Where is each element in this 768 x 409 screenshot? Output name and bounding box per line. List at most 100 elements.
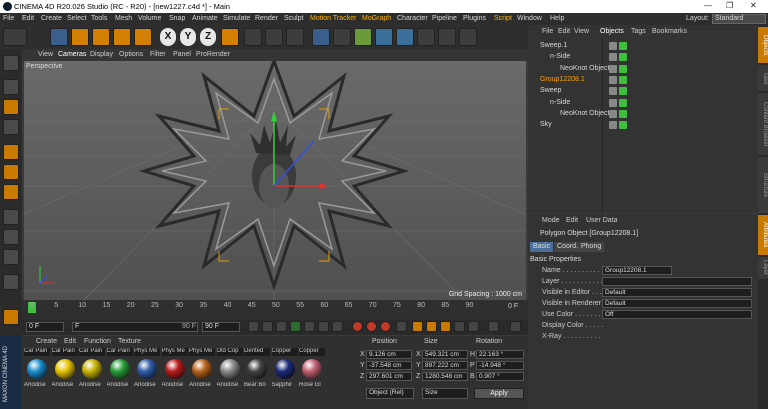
layout-select[interactable]: Standard <box>712 14 766 24</box>
object-menu-file[interactable]: File <box>542 28 553 35</box>
material-swatch[interactable]: Car Pain Anodise <box>79 348 105 394</box>
cube-primitive-button[interactable] <box>312 28 330 46</box>
size-field[interactable]: 549.321 cm <box>422 350 468 359</box>
keyframe-selection-button[interactable] <box>380 321 391 332</box>
menu-tools[interactable]: Tools <box>91 15 107 22</box>
menu-select[interactable]: Select <box>67 15 86 22</box>
scale-tool[interactable] <box>92 28 110 46</box>
menu-motion-tracker[interactable]: Motion Tracker <box>310 15 356 22</box>
menu-help[interactable]: Help <box>550 15 564 22</box>
rotation-field[interactable]: 22.163 ° <box>476 350 524 359</box>
menu-edit[interactable]: Edit <box>22 15 34 22</box>
viewport-menu-options[interactable]: Options <box>119 51 143 58</box>
menu-create[interactable]: Create <box>41 15 62 22</box>
menu-simulate[interactable]: Simulate <box>223 15 250 22</box>
menu-mesh[interactable]: Mesh <box>115 15 132 22</box>
record-position-button[interactable] <box>412 321 423 332</box>
polygons-mode-button[interactable] <box>3 184 19 200</box>
go-to-start-button[interactable] <box>248 321 259 332</box>
model-mode-button[interactable] <box>3 79 19 95</box>
viewport-menu-view[interactable]: View <box>38 51 53 58</box>
right-tab-take[interactable]: Take <box>758 65 768 91</box>
magnet-button[interactable] <box>3 309 19 325</box>
max-frame-field[interactable]: 90 F <box>202 322 240 332</box>
object-menu-objects[interactable]: Objects <box>600 28 624 35</box>
viewport-menu-prorender[interactable]: ProRender <box>196 51 230 58</box>
right-tab-objects[interactable]: Objects <box>758 27 768 63</box>
visibility-dots[interactable] <box>609 75 617 84</box>
attribute-value[interactable]: Default <box>602 299 752 308</box>
object-name[interactable]: Group12208.1 <box>540 76 585 83</box>
rotate-tool[interactable] <box>113 28 131 46</box>
menu-render[interactable]: Render <box>255 15 278 22</box>
position-field[interactable]: 297.601 cm <box>366 372 412 381</box>
floor-button[interactable] <box>417 28 435 46</box>
record-scale-button[interactable] <box>426 321 437 332</box>
tweak-mode-button[interactable] <box>3 229 19 245</box>
object-row[interactable]: NeoKnot Object <box>528 109 758 120</box>
attribute-value[interactable]: Group12208.1 <box>602 266 672 275</box>
preview-range-slider[interactable]: F <box>72 322 198 332</box>
live-selection-tool[interactable] <box>50 28 68 46</box>
undo-button[interactable] <box>3 28 27 46</box>
apply-button[interactable]: Apply <box>474 388 524 399</box>
enable-checkmark[interactable] <box>619 87 627 96</box>
viewport[interactable]: Perspective Grid Spacing : 1000 cm <box>24 61 526 300</box>
menu-volume[interactable]: Volume <box>138 15 161 22</box>
render-settings-button[interactable] <box>286 28 304 46</box>
menu-plugins[interactable]: Plugins <box>463 15 486 22</box>
attribute-value[interactable]: Default <box>602 288 752 297</box>
object-menu-bookmarks[interactable]: Bookmarks <box>652 28 687 35</box>
size-field[interactable]: 1280.548 cm <box>422 372 468 381</box>
object-name[interactable]: NeoKnot Object <box>560 110 609 117</box>
object-row[interactable]: n-Side <box>528 98 758 109</box>
autokeying-button[interactable] <box>366 321 377 332</box>
enable-checkmark[interactable] <box>619 42 627 50</box>
enable-checkmark[interactable] <box>619 53 627 62</box>
visibility-dots[interactable] <box>609 87 617 96</box>
visibility-dots[interactable] <box>609 121 617 130</box>
lock-workplane-button[interactable] <box>3 274 19 290</box>
material-swatch[interactable]: Copper Rose Gl <box>299 348 325 394</box>
scheme-button[interactable] <box>488 321 499 332</box>
z-axis-lock[interactable]: Z <box>200 28 216 46</box>
material-menu-function[interactable]: Function <box>84 338 111 345</box>
viewport-menu-display[interactable]: Display <box>90 51 113 58</box>
object-menu-edit[interactable]: Edit <box>558 28 570 35</box>
subdivision-button[interactable] <box>354 28 372 46</box>
snap-button[interactable] <box>3 249 19 265</box>
camera-button[interactable] <box>438 28 456 46</box>
attribute-tab-basic[interactable]: Basic <box>530 242 554 252</box>
attribute-tab-phong[interactable]: Phong <box>578 242 605 252</box>
size-mode-select[interactable]: Size <box>422 388 468 399</box>
material-menu-texture[interactable]: Texture <box>118 338 141 345</box>
rotation-field[interactable]: 0.907 ° <box>476 372 524 381</box>
position-field[interactable]: -37.548 cm <box>366 361 412 370</box>
attribute-tab-coord[interactable]: Coord. <box>554 242 582 252</box>
material-menu-create[interactable]: Create <box>36 338 57 345</box>
material-swatch[interactable]: Car Pain Anodise <box>51 348 78 394</box>
timeline-menu-button[interactable] <box>510 321 521 332</box>
axis-mode-button[interactable] <box>3 209 19 225</box>
enable-checkmark[interactable] <box>619 121 627 130</box>
previous-key-button[interactable] <box>262 321 273 332</box>
object-row[interactable]: NeoKnot Object <box>528 64 758 75</box>
object-row[interactable]: n-Side <box>528 52 758 63</box>
light-button[interactable] <box>459 28 477 46</box>
workplane-button[interactable] <box>3 119 19 135</box>
object-name[interactable]: n-Side <box>550 99 570 106</box>
material-swatch[interactable]: Phys Me Anodise <box>134 348 160 394</box>
material-swatch[interactable]: Dented Bear Bo <box>244 348 270 394</box>
attribute-menu-user-data[interactable]: User Data <box>586 217 618 224</box>
right-tab-content-browser[interactable]: Content Browser <box>758 93 768 155</box>
object-name[interactable]: Sky <box>540 121 552 128</box>
edges-mode-button[interactable] <box>3 164 19 180</box>
material-swatch[interactable]: Car Pain Anodise <box>106 348 133 394</box>
position-field[interactable]: 9.126 cm <box>366 350 412 359</box>
enable-checkmark[interactable] <box>619 98 627 107</box>
object-row[interactable]: Sweep.1 <box>528 41 758 52</box>
pen-tool-button[interactable] <box>333 28 351 46</box>
right-tab-structure[interactable]: Structure <box>758 157 768 213</box>
visibility-dots[interactable] <box>609 64 617 73</box>
play-button[interactable] <box>290 321 301 332</box>
